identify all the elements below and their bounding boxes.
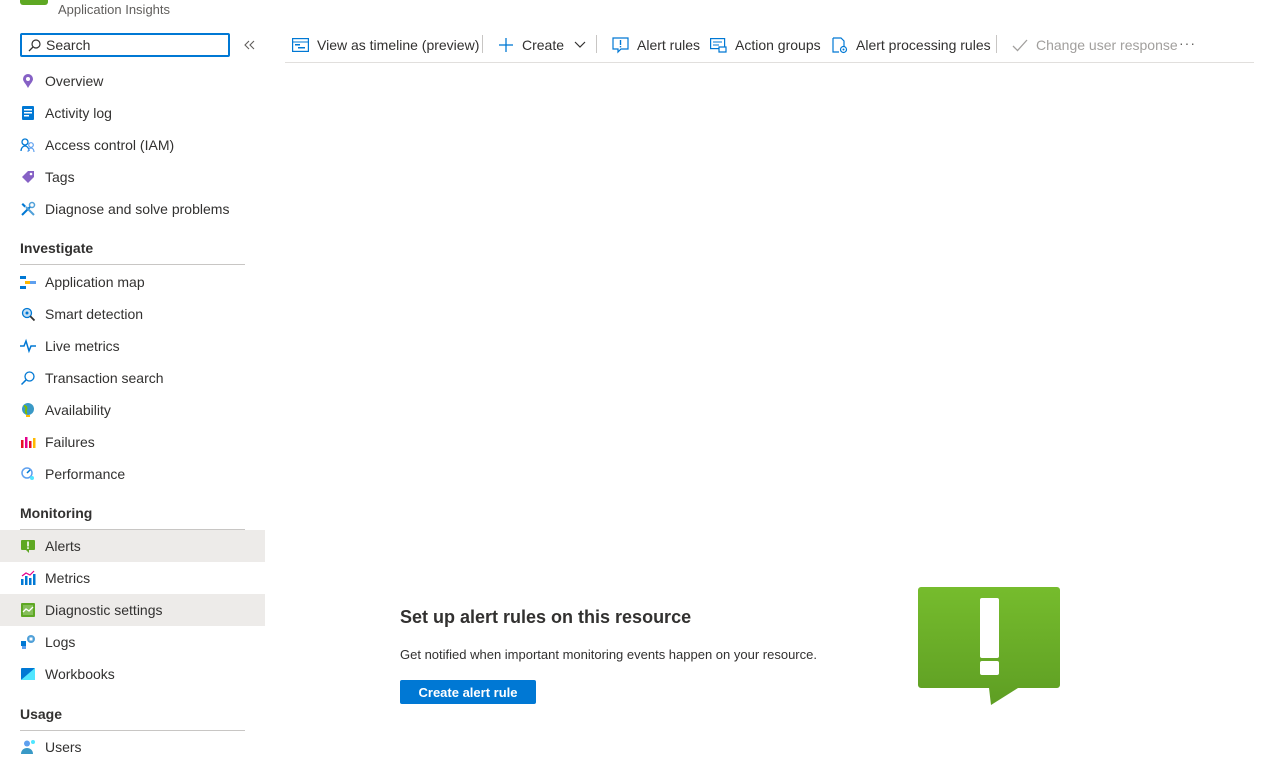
sidebar-item-label: Diagnostic settings [45,602,163,618]
toolbar-label: Action groups [735,37,821,53]
view-as-timeline-button[interactable]: View as timeline (preview) [292,34,479,56]
sidebar-item-label: Application map [45,274,145,290]
sidebar-item-failures[interactable]: Failures [0,426,265,458]
sidebar-item-label: Live metrics [45,338,120,354]
application-map-icon [20,274,36,290]
section-header-monitoring: Monitoring [20,505,93,521]
timeline-icon [292,38,309,52]
transaction-search-icon [20,370,36,386]
diagnostic-settings-icon [20,602,36,618]
sidebar-item-label: Smart detection [45,306,144,322]
sidebar-item-alerts[interactable]: Alerts [0,530,265,562]
toolbar-separator [482,35,483,53]
metrics-icon [20,570,36,586]
sidebar-item-label: Access control (IAM) [45,137,175,153]
create-button[interactable]: Create [498,34,586,56]
sidebar-item-label: Workbooks [45,666,115,682]
section-header-investigate: Investigate [20,240,94,256]
live-metrics-icon [20,338,36,354]
sidebar-item-label: Diagnose and solve problems [45,201,230,217]
sidebar-item-performance[interactable]: Performance [0,458,265,490]
sidebar-item-workbooks[interactable]: Workbooks [0,658,265,690]
empty-state-description: Get notified when important monitoring e… [400,647,817,662]
alert-processing-rules-button[interactable]: Alert processing rules [832,34,991,56]
performance-icon [20,466,36,482]
sidebar-item-diagnose[interactable]: Diagnose and solve problems [0,193,265,225]
sidebar-item-access-control[interactable]: Access control (IAM) [0,129,265,161]
availability-icon [20,402,36,418]
users-icon [20,739,36,755]
more-options-button[interactable]: ··· [1179,32,1196,54]
sidebar-item-availability[interactable]: Availability [0,394,265,426]
sidebar-item-diagnostic-settings[interactable]: Diagnostic settings [0,594,265,626]
action-groups-icon [710,37,727,53]
plus-icon [499,38,513,52]
diagnose-icon [20,201,36,217]
toolbar-divider [285,62,1254,63]
toolbar-label: Create [522,37,565,53]
create-alert-rule-button[interactable]: Create alert rule [400,680,536,704]
workbooks-icon [20,666,36,682]
alert-rules-icon [612,36,629,53]
alert-rules-button[interactable]: Alert rules [612,34,700,56]
search-input[interactable] [46,37,216,53]
chevron-down-icon [574,41,586,48]
tag-icon [20,169,36,185]
section-divider [20,264,245,265]
collapse-sidebar-button[interactable] [241,36,259,54]
change-user-response-button[interactable]: Change user response [1012,34,1178,56]
sidebar-item-label: Tags [45,169,75,185]
toolbar-separator [596,35,597,53]
checkmark-icon [1012,39,1028,51]
empty-state-title: Set up alert rules on this resource [400,607,692,627]
sidebar-item-smart-detection[interactable]: Smart detection [0,298,265,330]
toolbar-label: View as timeline (preview) [317,37,480,53]
action-groups-button[interactable]: Action groups [710,34,821,56]
sidebar-item-transaction-search[interactable]: Transaction search [0,362,265,394]
sidebar-item-label: Logs [45,634,76,650]
alert-illustration-icon [918,587,1061,710]
sidebar-item-overview[interactable]: Overview [0,65,265,97]
sidebar-item-label: Alerts [45,538,81,554]
overview-icon [20,73,36,89]
sidebar-item-label: Performance [45,466,126,482]
sidebar-item-activity-log[interactable]: Activity log [0,97,265,129]
sidebar-item-logs[interactable]: Logs [0,626,265,658]
sidebar-item-label: Metrics [45,570,91,586]
smart-detection-icon [20,306,36,322]
toolbar-label: Alert rules [637,37,701,53]
resource-type-label: Application Insights [58,2,171,17]
iam-icon [20,137,36,153]
alert-processing-rules-icon [832,36,848,53]
failures-icon [20,434,36,450]
search-box[interactable] [20,33,230,57]
sidebar-item-label: Availability [45,402,111,418]
app-insights-logo-icon [20,0,48,5]
sidebar-item-label: Users [45,739,82,755]
search-icon [28,38,41,51]
toolbar-separator [996,35,997,53]
activity-log-icon [20,105,36,121]
section-header-usage: Usage [20,706,63,722]
alerts-icon [20,538,36,554]
double-chevron-left-icon [244,40,255,50]
sidebar-item-metrics[interactable]: Metrics [0,562,265,594]
sidebar-item-tags[interactable]: Tags [0,161,265,193]
toolbar-label: Alert processing rules [856,37,991,53]
sidebar-item-label: Overview [45,73,104,89]
logs-icon [20,634,36,650]
sidebar-item-label: Activity log [45,105,112,121]
sidebar-item-application-map[interactable]: Application map [0,266,265,298]
sidebar-item-label: Failures [45,434,95,450]
sidebar-item-live-metrics[interactable]: Live metrics [0,330,265,362]
sidebar-item-users[interactable]: Users [0,731,265,763]
toolbar-label: Change user response [1036,37,1178,53]
sidebar-item-label: Transaction search [45,370,164,386]
